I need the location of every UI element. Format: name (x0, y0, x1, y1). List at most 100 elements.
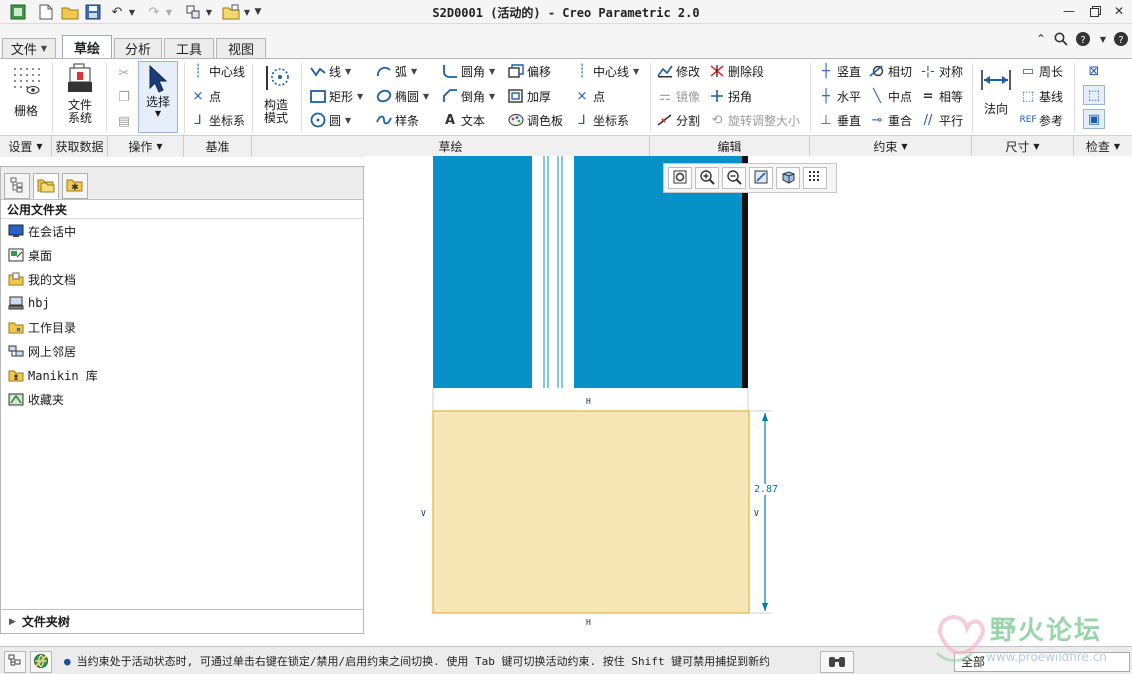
grid-button[interactable]: 栅格 (6, 63, 46, 118)
folder-item-my-documents[interactable]: 我的文档 (7, 268, 76, 290)
vertical-constraint-icon: ┼ (822, 63, 830, 79)
top-h-constraint-label[interactable]: H (586, 397, 591, 406)
file-system-button[interactable]: 文件 系统 (60, 61, 100, 125)
rectangle-button[interactable]: 矩形 ▼ (310, 86, 363, 106)
refit-button[interactable] (668, 167, 692, 189)
sketcher-display-button[interactable] (803, 167, 827, 189)
line-button[interactable]: 线 ▼ (310, 61, 351, 81)
chamfer-button[interactable]: 倒角 ▼ (442, 86, 495, 106)
find-button[interactable] (820, 651, 854, 673)
equal-constraint-button[interactable]: = 相等 (920, 86, 963, 106)
group-inspect[interactable]: 检查 ▼ (1074, 136, 1132, 157)
constrain-dropdown-icon: ▼ (901, 142, 908, 151)
tab-sketch[interactable]: 草绘 (62, 35, 112, 59)
bottom-h-constraint-label[interactable]: H (586, 618, 591, 627)
graphics-area[interactable]: H H V V 2.87 (364, 156, 1132, 644)
toggle-browser-button[interactable] (30, 651, 52, 673)
model-tree-tab[interactable] (4, 173, 30, 199)
folder-item-hbj[interactable]: hbj (7, 292, 50, 314)
parallel-constraint-button[interactable]: //平行 (920, 110, 963, 130)
rotate-resize-button[interactable]: ⟲ 旋转调整大小 (709, 110, 800, 130)
mirror-button[interactable]: ⚎ 镜像 (657, 86, 700, 106)
modify-button[interactable]: 修改 (657, 61, 700, 81)
ellipse-button[interactable]: 椭圆 ▼ (376, 86, 429, 106)
tab-analysis[interactable]: 分析 (114, 38, 162, 58)
group-dimension[interactable]: 尺寸 ▼ (972, 136, 1074, 157)
favorites-tab[interactable]: ✱ (62, 173, 88, 199)
cut-button[interactable]: ✂ (116, 63, 135, 83)
ribbon-minimize-icon[interactable]: ⌃ (1032, 30, 1050, 48)
group-constrain[interactable]: 约束 ▼ (810, 136, 972, 157)
folder-browser-tab[interactable] (33, 173, 59, 199)
folder-item-favorites[interactable]: 收藏夹 (7, 388, 64, 410)
perpendicular-constraint-button[interactable]: ⊥ 垂直 (818, 110, 861, 130)
vertical-constraint-button[interactable]: ┼ 竖直 (818, 61, 861, 81)
message-bullet-icon: ● (64, 655, 71, 668)
right-v-constraint-label[interactable]: V (754, 509, 759, 518)
coincident-constraint-button[interactable]: ⊸ 重合 (869, 110, 912, 130)
group-editing: 编辑 (650, 136, 810, 157)
zoom-in-button[interactable] (695, 167, 719, 189)
folder-tree-toggle[interactable]: ▶ 文件夹树 (1, 609, 363, 633)
repaint-button[interactable] (749, 167, 773, 189)
construction-mode-button[interactable]: 构造 模式 (256, 61, 296, 125)
zoom-out-button[interactable] (722, 167, 746, 189)
tab-file[interactable]: 文件 ▼ (2, 38, 56, 58)
inspect-shade-button[interactable]: ▣ (1083, 109, 1105, 129)
info-icon[interactable]: ? (1112, 30, 1130, 48)
tangent-constraint-button[interactable]: 相切 (869, 61, 912, 81)
thicken-button[interactable]: 加厚 (508, 86, 551, 106)
overlap-icon: ⊠ (1088, 63, 1100, 79)
text-button[interactable]: A 文本 (442, 110, 485, 130)
arc-button[interactable]: 弧 ▼ (376, 61, 417, 81)
spline-button[interactable]: 样条 (376, 110, 419, 130)
maximize-icon[interactable] (1086, 3, 1104, 19)
datum-centerline-button[interactable]: ┊ 中心线 (190, 61, 245, 81)
baseline-button[interactable]: ⬚ 基线 (1020, 86, 1063, 106)
folder-item-network[interactable]: 网上邻居 (7, 340, 76, 362)
datum-point-button[interactable]: × 点 (190, 86, 221, 106)
datum-coord-sys-button[interactable]: ⅃ 坐标系 (190, 110, 245, 130)
group-operations[interactable]: 操作 ▼ (108, 136, 184, 157)
normal-dimension-button[interactable]: 法向 (976, 63, 1016, 116)
circle-button[interactable]: 圆 ▼ (310, 110, 351, 130)
fillet-button[interactable]: 圆角 ▼ (442, 61, 495, 81)
tab-view[interactable]: 视图 (216, 38, 266, 58)
folder-item-desktop[interactable]: 桌面 (7, 244, 52, 266)
folder-item-in-session[interactable]: 在会话中 (7, 220, 76, 242)
inspect-overlap-button[interactable]: ⊠ (1086, 61, 1105, 81)
inspect-open-ends-button[interactable]: ⬚ (1083, 85, 1105, 105)
left-v-constraint-label[interactable]: V (421, 509, 426, 518)
divide-button[interactable]: 分割 (657, 110, 700, 130)
copy-button[interactable]: ❐ (116, 87, 135, 107)
symmetric-constraint-button[interactable]: -¦- 对称 (920, 61, 963, 81)
select-button[interactable]: 选择 ▼ (138, 61, 178, 133)
help-icon[interactable]: ? (1074, 30, 1092, 48)
offset-button[interactable]: 偏移 (508, 61, 551, 81)
minimize-icon[interactable]: — (1060, 3, 1078, 19)
group-setup[interactable]: 设置 ▼ (0, 136, 52, 157)
folder-item-manikin-library[interactable]: Manikin 库 (7, 364, 98, 386)
centerline-icon: ┊ (194, 63, 202, 79)
search-icon[interactable] (1052, 30, 1070, 48)
palette-button[interactable]: 调色板 (508, 110, 563, 130)
folder-item-working-directory[interactable]: 工作目录 (7, 316, 76, 338)
help-dropdown-icon[interactable]: ▼ (1094, 30, 1112, 48)
documents-folder-icon (7, 271, 24, 287)
reference-button[interactable]: REF 参考 (1019, 110, 1063, 130)
display-style-button[interactable] (776, 167, 800, 189)
toggle-navigator-button[interactable] (4, 651, 26, 673)
close-icon[interactable]: ✕ (1110, 3, 1128, 19)
group-get-data[interactable]: 获取数据 (52, 136, 108, 157)
sketch-point-button[interactable]: × 点 (574, 86, 605, 106)
dimension-value[interactable]: 2.87 (753, 484, 780, 495)
sketch-coord-sys-button[interactable]: ⅃ 坐标系 (574, 110, 629, 130)
tab-tools[interactable]: 工具 (164, 38, 214, 58)
delete-segment-button[interactable]: 删除段 (709, 61, 764, 81)
paste-button[interactable]: ▤ (116, 111, 135, 131)
corner-button[interactable]: 拐角 (709, 86, 752, 106)
horizontal-constraint-button[interactable]: ┼ 水平 (818, 86, 861, 106)
perimeter-button[interactable]: ▭ 周长 (1020, 61, 1063, 81)
midpoint-constraint-button[interactable]: ╲ 中点 (869, 86, 912, 106)
sketch-centerline-button[interactable]: ┊ 中心线 ▼ (574, 61, 639, 81)
